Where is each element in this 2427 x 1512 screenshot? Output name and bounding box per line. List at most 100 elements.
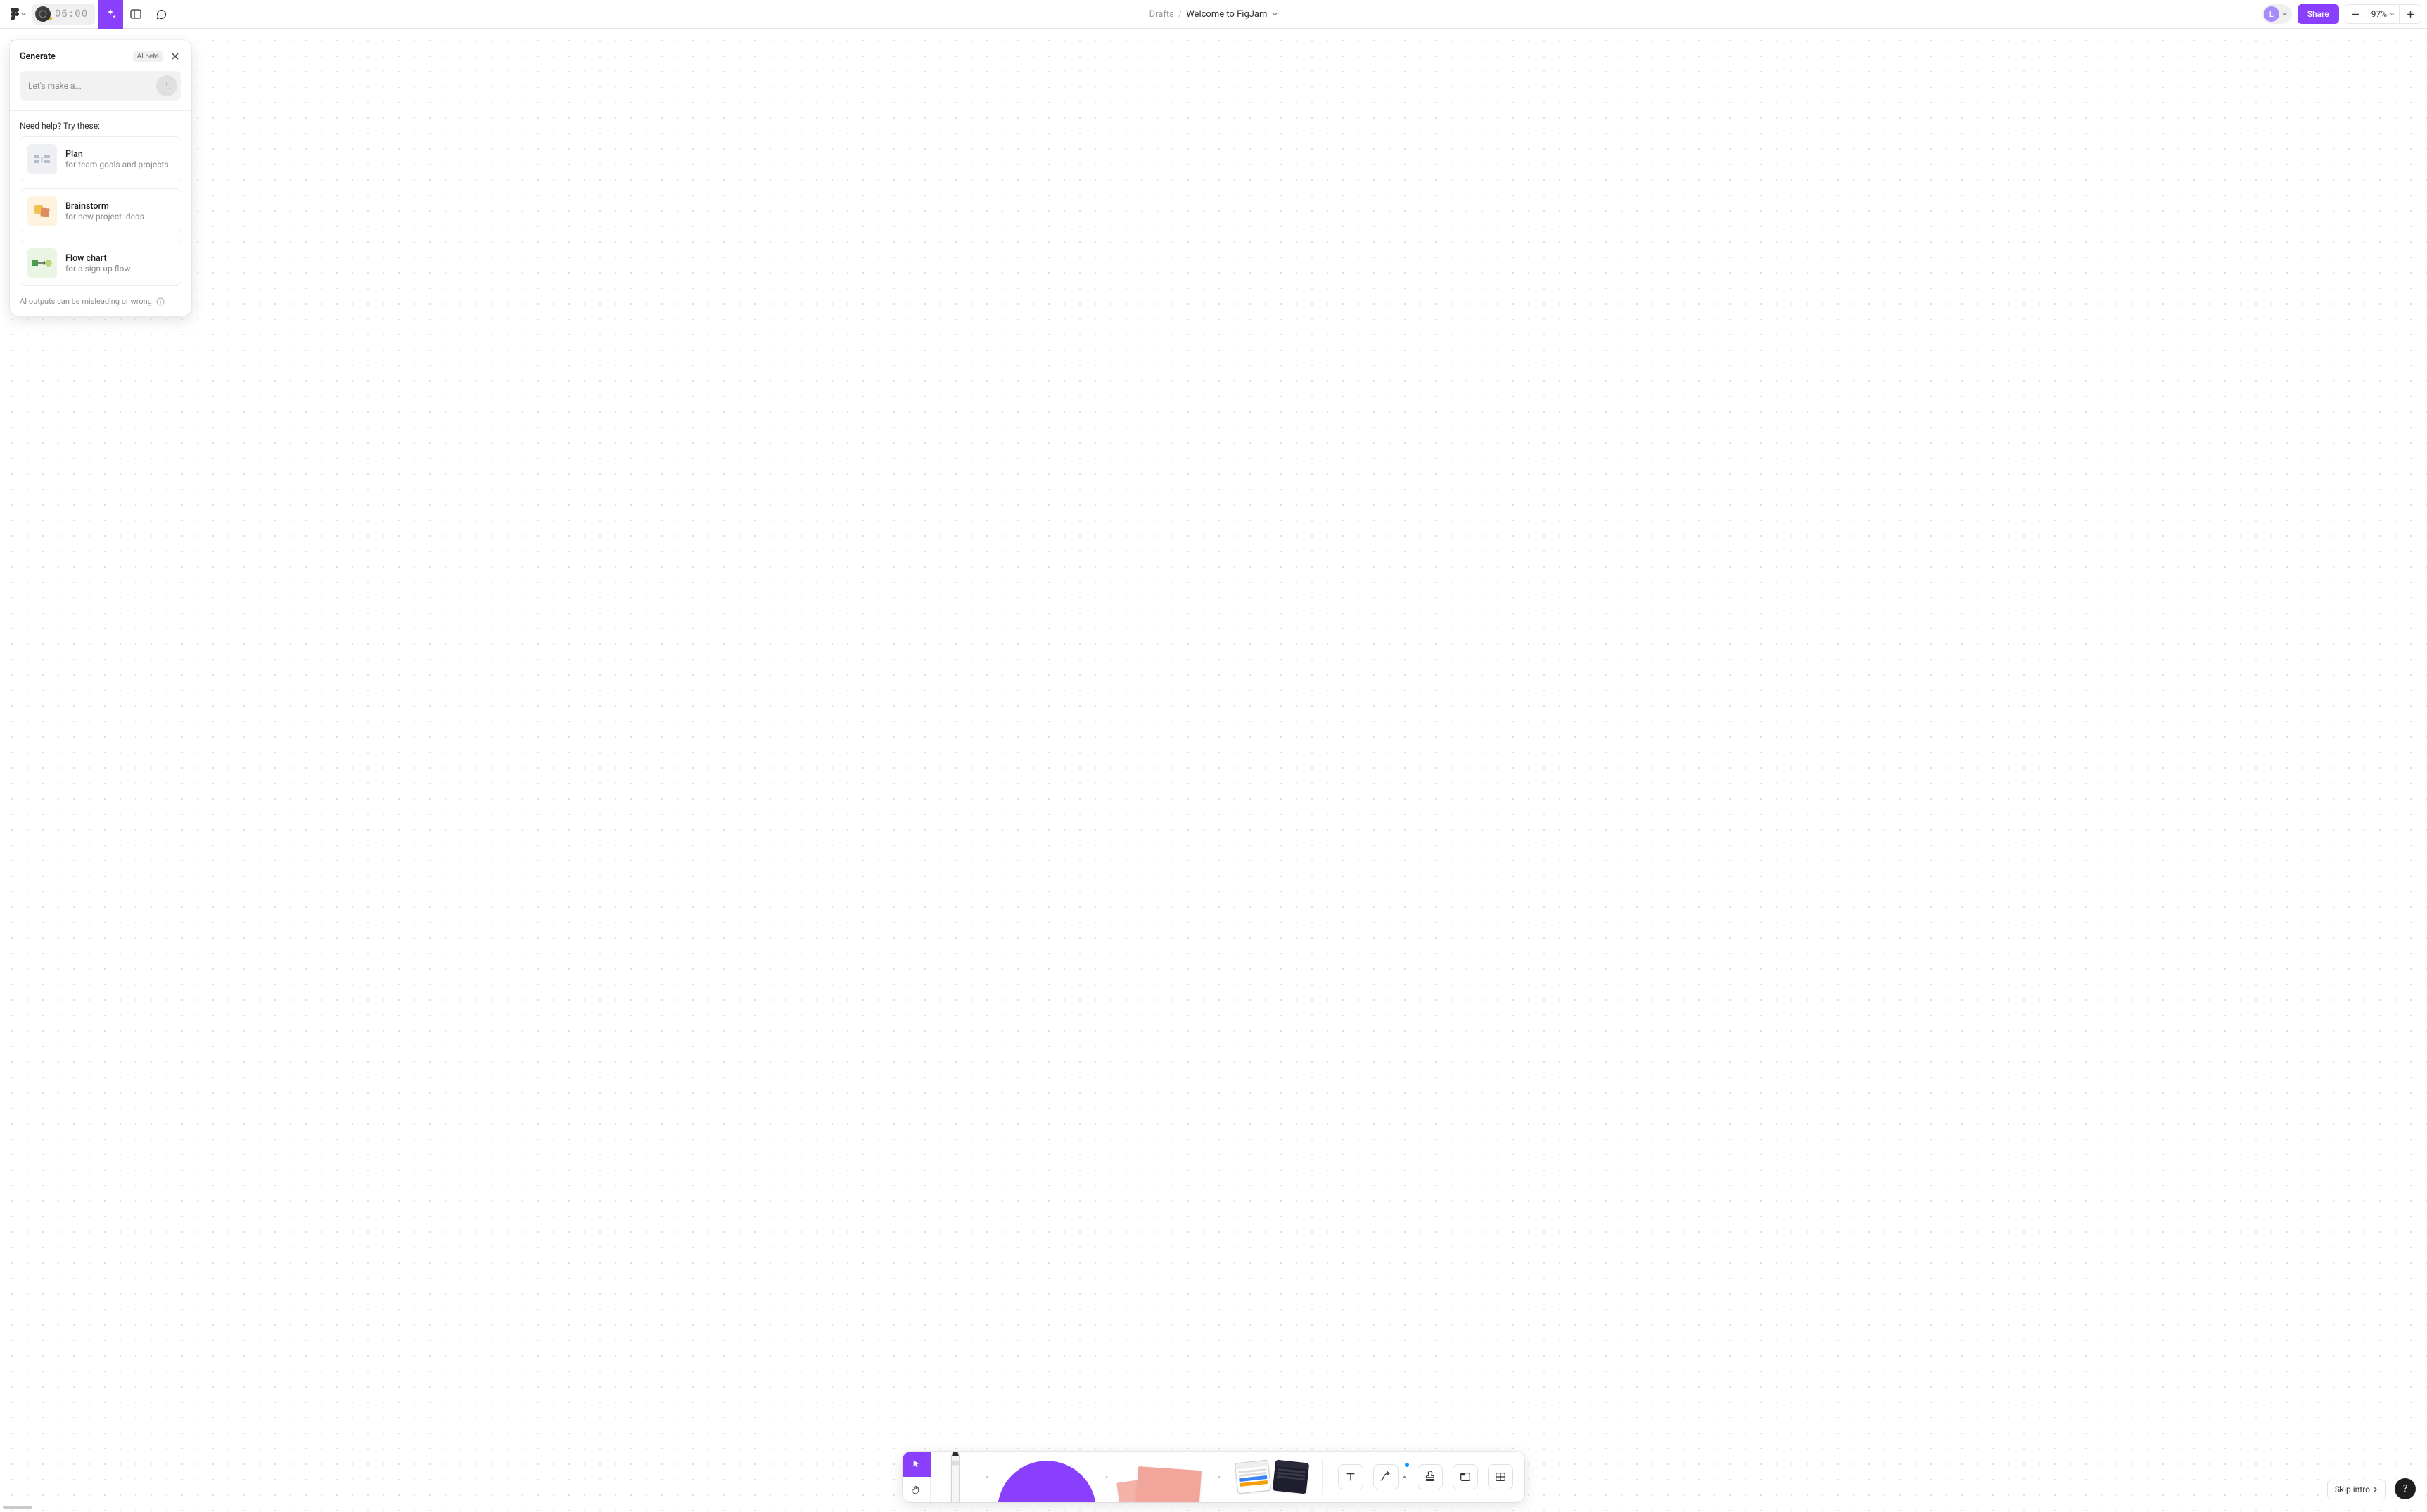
sticky-note-icon (1121, 1463, 1205, 1502)
skip-intro-button[interactable]: Skip intro (2327, 1480, 2386, 1499)
suggestion-title: Flow chart (65, 253, 130, 264)
suggestion-title: Plan (65, 149, 169, 160)
topbar-right: L Share 97% (2262, 4, 2421, 24)
topbar-left: ✦ 06:00 (6, 0, 174, 29)
avatar: L (2264, 6, 2279, 22)
section-icon (1459, 1471, 1472, 1483)
connector-options-chevron[interactable] (1401, 1474, 1408, 1480)
marker-tool[interactable] (931, 1452, 980, 1502)
template-card-light-icon (1235, 1460, 1271, 1494)
cursor-tools (903, 1452, 931, 1502)
share-button[interactable]: Share (2298, 4, 2339, 24)
topbar: ✦ 06:00 Drafts / Welcome to FigJam (0, 0, 2427, 29)
suggestion-subtitle: for a sign-up flow (65, 264, 130, 274)
chevron-up-icon (1105, 1473, 1108, 1480)
figma-logo-icon (10, 8, 20, 20)
stamp-icon (1424, 1471, 1437, 1483)
main-menu-button[interactable] (6, 8, 30, 20)
extra-tools (1327, 1452, 1524, 1502)
text-icon (1344, 1471, 1357, 1483)
cursor-icon (912, 1459, 922, 1469)
marker-icon (942, 1452, 969, 1502)
divider (1322, 1459, 1323, 1495)
text-tool[interactable] (1338, 1464, 1363, 1489)
canvas[interactable]: Generate AI beta Need help? Try these: (0, 29, 2427, 1512)
info-icon[interactable] (156, 297, 165, 306)
close-button[interactable] (169, 50, 181, 63)
suggestion-subtitle: for team goals and projects (65, 160, 169, 169)
shape-tool[interactable] (994, 1452, 1100, 1502)
zoom-level-dropdown[interactable]: 97% (2367, 9, 2399, 19)
chevron-up-icon (1401, 1474, 1408, 1480)
bottom-toolbar (903, 1452, 1524, 1502)
generate-suggestions: Plan for team goals and projects Brainst… (10, 136, 191, 293)
suggestion-flowchart[interactable]: Flow chart for a sign-up flow (20, 241, 181, 286)
comment-icon (155, 8, 167, 20)
connector-icon (1379, 1471, 1393, 1483)
sticky-note-tool[interactable] (1114, 1452, 1212, 1502)
generate-submit-button[interactable] (156, 75, 177, 96)
ai-beta-badge: AI beta (133, 51, 163, 62)
marker-options-chevron[interactable] (980, 1473, 994, 1480)
templates-tool[interactable] (1226, 1452, 1318, 1502)
generate-prompt-input[interactable] (28, 81, 156, 91)
zoom-value: 97% (2371, 9, 2387, 19)
comments-button[interactable] (148, 1, 174, 27)
brainstorm-thumb-icon (27, 196, 57, 226)
breadcrumb-root[interactable]: Drafts (1149, 9, 1174, 20)
suggestion-plan[interactable]: Plan for team goals and projects (20, 136, 181, 181)
sparkle-icon (161, 80, 172, 91)
timer-button[interactable]: ✦ 06:00 (32, 4, 95, 25)
ai-generate-toolbar-button[interactable] (98, 0, 123, 29)
zoom-in-button[interactable] (2400, 5, 2421, 23)
chevron-down-icon (2282, 11, 2288, 17)
table-tool[interactable] (1488, 1464, 1513, 1489)
zoom-controls: 97% (2345, 4, 2421, 24)
connector-tool[interactable] (1373, 1464, 1399, 1489)
section-tool[interactable] (1453, 1464, 1478, 1489)
panel-toggle-button[interactable] (123, 1, 148, 27)
help-icon: ? (2403, 1483, 2408, 1494)
suggestion-brainstorm[interactable]: Brainstorm for new project ideas (20, 188, 181, 233)
chevron-down-icon[interactable] (1271, 11, 1278, 18)
chevron-up-icon (1218, 1473, 1221, 1480)
generate-header: Generate AI beta (10, 40, 191, 71)
skip-intro-label: Skip intro (2335, 1485, 2370, 1494)
sticky-options-chevron[interactable] (1212, 1473, 1226, 1480)
horizontal-scrollbar[interactable] (3, 1506, 32, 1509)
table-icon (1494, 1471, 1507, 1483)
plus-icon (2407, 11, 2414, 18)
chevron-up-icon (986, 1473, 988, 1480)
timer-avatar-icon: ✦ (35, 6, 51, 22)
chevron-right-icon (2373, 1487, 2378, 1492)
stamp-tool[interactable] (1418, 1464, 1443, 1489)
suggestion-subtitle: for new project ideas (65, 212, 144, 222)
generate-input-container (20, 71, 181, 101)
generate-title: Generate (20, 51, 56, 62)
sparkle-icon: ✦ (48, 15, 53, 23)
plan-thumb-icon (27, 144, 57, 174)
page-title[interactable]: Welcome to FigJam (1186, 9, 1267, 20)
avatar-initial: L (2269, 10, 2274, 19)
timer-text: 06:00 (55, 8, 88, 20)
hand-tool[interactable] (903, 1477, 931, 1502)
generate-help-label: Need help? Try these: (10, 111, 191, 136)
template-card-dark-icon (1273, 1460, 1309, 1494)
shape-options-chevron[interactable] (1100, 1473, 1114, 1480)
circle-shape-icon (998, 1461, 1096, 1502)
sparkle-icon (104, 8, 117, 20)
indicator-dot-icon (1405, 1463, 1409, 1467)
chevron-down-icon (2390, 12, 2395, 17)
generate-panel: Generate AI beta Need help? Try these: (10, 40, 191, 316)
help-button[interactable]: ? (2395, 1478, 2416, 1499)
disclaimer-text: AI outputs can be misleading or wrong (20, 297, 152, 306)
close-icon (171, 52, 179, 60)
select-tool[interactable] (903, 1452, 931, 1477)
zoom-out-button[interactable] (2345, 5, 2367, 23)
flowchart-thumb-icon (27, 248, 57, 278)
hand-icon (911, 1485, 922, 1495)
minus-icon (2352, 11, 2359, 18)
suggestion-title: Brainstorm (65, 201, 144, 212)
user-menu[interactable]: L (2262, 4, 2292, 24)
generate-input-wrap (10, 71, 191, 110)
